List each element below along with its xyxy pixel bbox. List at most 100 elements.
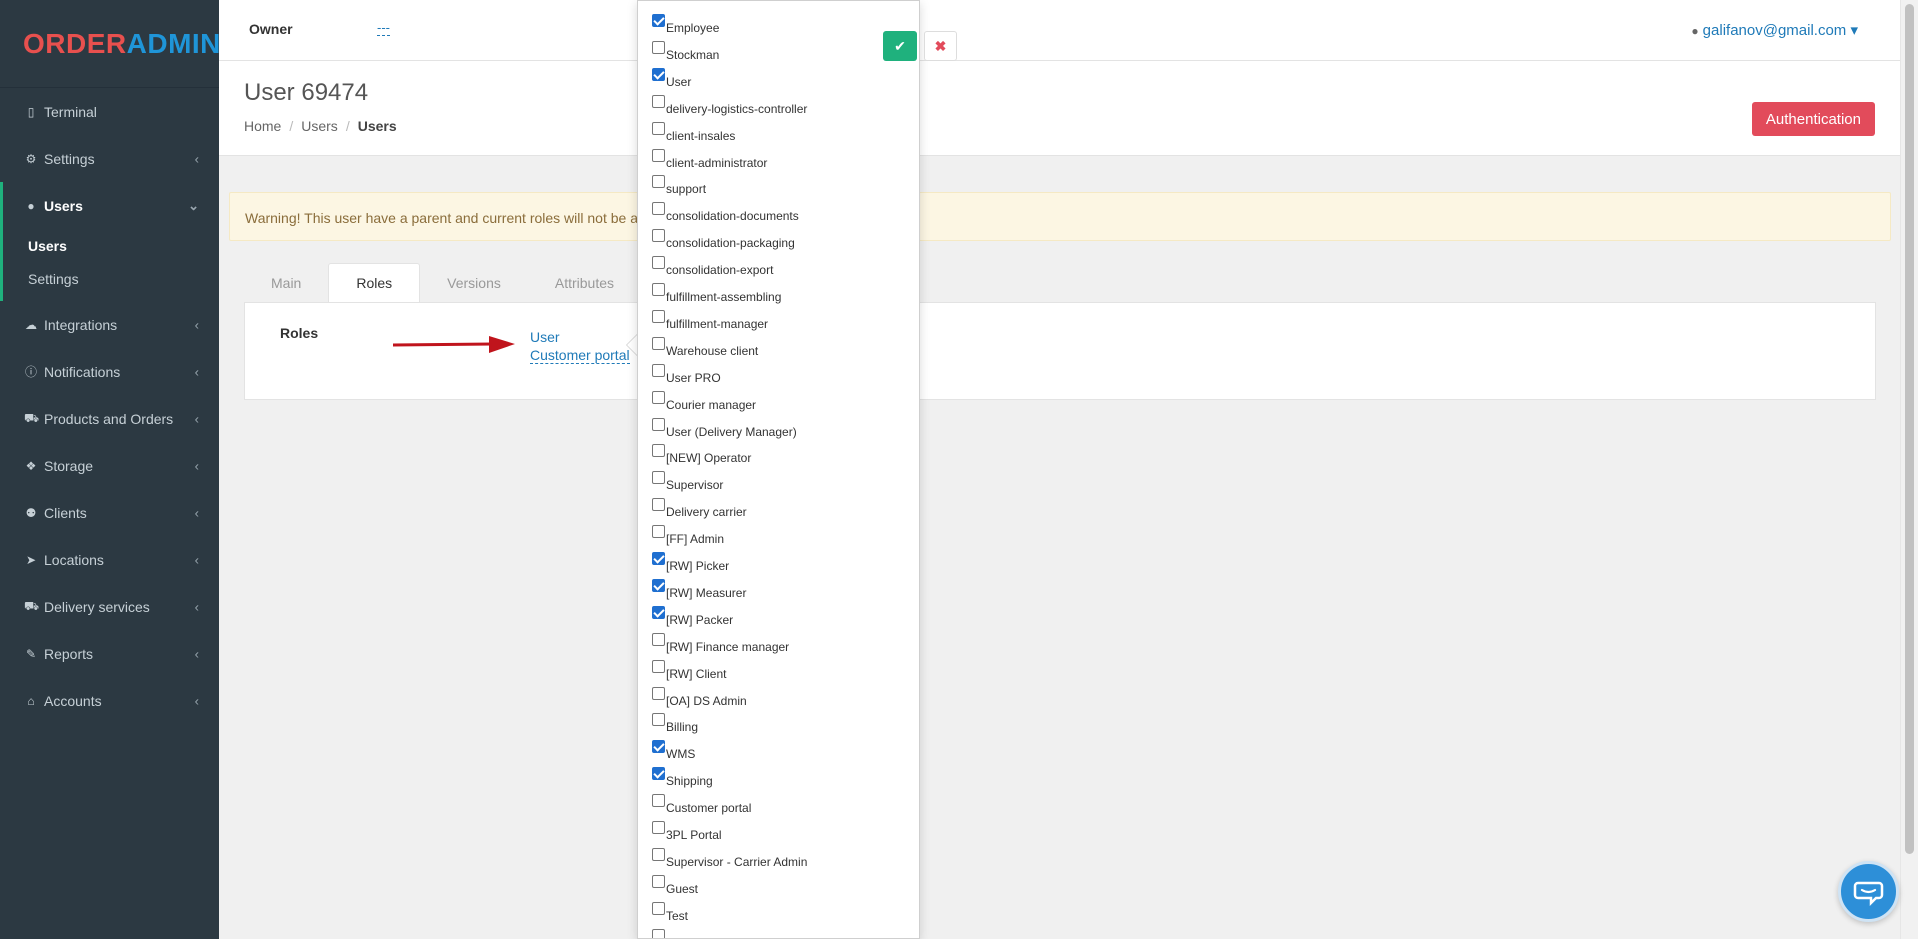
role-checkbox[interactable] (652, 309, 665, 323)
role-option[interactable]: User (652, 67, 691, 93)
cancel-button[interactable]: ✖ (924, 31, 957, 61)
role-checkbox[interactable] (652, 444, 665, 458)
role-checkbox[interactable] (652, 363, 665, 377)
role-checkbox[interactable] (652, 94, 665, 108)
role-option[interactable]: [RW] Finance manager (652, 632, 789, 658)
role-checkbox[interactable] (652, 632, 665, 646)
tab-roles[interactable]: Roles (328, 263, 421, 303)
authentication-button[interactable]: Authentication (1751, 102, 1875, 136)
role-option[interactable]: [RW] Measurer (652, 578, 746, 604)
sidebar-item-locations[interactable]: ➤ Locations ‹ (0, 536, 219, 583)
tab-main[interactable]: Main (244, 263, 328, 303)
role-option[interactable]: fulfillment-manager (652, 309, 768, 335)
sidebar-item-clients[interactable]: ⚉ Clients ‹ (0, 489, 219, 536)
sidebar-item-delivery-services[interactable]: ⛟ Delivery services ‹ (0, 583, 219, 630)
role-checkbox[interactable] (652, 767, 665, 781)
role-checkbox[interactable] (652, 336, 665, 350)
role-checkbox[interactable] (652, 847, 665, 861)
role-checkbox[interactable] (652, 229, 665, 243)
role-checkbox[interactable] (652, 525, 665, 539)
sidebar-item-terminal[interactable]: ▯ Terminal (0, 88, 219, 135)
roles-editable[interactable]: User Customer portal (530, 328, 630, 364)
sidebar-item-settings[interactable]: ⚙ Settings ‹ (0, 135, 219, 182)
role-checkbox[interactable] (652, 821, 665, 834)
role-checkbox[interactable] (652, 659, 665, 673)
role-checkbox[interactable] (652, 283, 665, 296)
sidebar-item-reports[interactable]: ✎ Reports ‹ (0, 630, 219, 677)
sidebar-item-integrations[interactable]: ☁ Integrations ‹ (0, 301, 219, 348)
role-option[interactable]: [RW] Picker (652, 552, 729, 577)
role-checkbox[interactable] (652, 14, 665, 27)
role-checkbox[interactable] (652, 874, 665, 888)
role-option[interactable]: consolidation-documents (652, 202, 799, 227)
sidebar-item-notifications[interactable]: ⓘ Notifications ‹ (0, 348, 219, 395)
role-checkbox[interactable] (652, 121, 665, 135)
confirm-button[interactable]: ✔ (883, 31, 917, 61)
role-checkbox[interactable] (652, 578, 665, 592)
tab-versions[interactable]: Versions (420, 263, 528, 303)
role-option[interactable]: [RW] Client (652, 659, 726, 685)
role-checkbox[interactable] (652, 148, 665, 162)
role-option[interactable]: client-insales (652, 121, 735, 147)
role-checkbox[interactable] (652, 552, 665, 565)
sidebar-subitem-settings[interactable]: Settings (3, 262, 219, 295)
role-checkbox[interactable] (652, 713, 665, 727)
user-menu[interactable]: ● galifanov@gmail.com ▾ (1691, 21, 1858, 39)
role-checkbox[interactable] (652, 390, 665, 404)
role-option[interactable]: [RW] Packer (652, 605, 733, 631)
role-option[interactable]: User PRO (652, 363, 721, 389)
breadcrumb-home[interactable]: Home (244, 118, 281, 134)
role-option[interactable]: Test (652, 901, 688, 927)
role-option[interactable]: Shipping (652, 767, 713, 792)
role-checkbox[interactable] (652, 256, 665, 270)
sidebar-item-products-and-orders[interactable]: ⛟ Products and Orders ‹ (0, 395, 219, 442)
owner-select[interactable]: --- (377, 21, 390, 36)
role-checkbox[interactable] (652, 605, 665, 619)
role-option[interactable]: fulfillment-assembling (652, 283, 781, 308)
role-option[interactable]: Test - employee (652, 928, 751, 938)
role-option[interactable]: consolidation-packaging (652, 229, 795, 254)
sidebar-item-accounts[interactable]: ⌂ Accounts ‹ (0, 677, 219, 724)
role-checkbox[interactable] (652, 928, 665, 938)
role-option[interactable]: Employee (652, 14, 719, 39)
sidebar-item-users[interactable]: ● Users ⌄ (0, 182, 219, 229)
breadcrumb-users[interactable]: Users (301, 118, 338, 134)
role-checkbox[interactable] (652, 202, 665, 216)
scrollbar-thumb[interactable] (1905, 4, 1914, 854)
role-checkbox[interactable] (652, 67, 665, 81)
role-option[interactable]: Supervisor (652, 471, 723, 496)
role-checkbox[interactable] (652, 40, 665, 54)
sidebar-subitem-users[interactable]: Users (3, 229, 219, 262)
role-checkbox[interactable] (652, 740, 665, 754)
page-scrollbar[interactable] (1900, 0, 1918, 939)
role-option[interactable]: Billing (652, 713, 698, 738)
role-option[interactable]: 3PL Portal (652, 821, 722, 846)
role-checkbox[interactable] (652, 498, 665, 512)
chat-button[interactable] (1838, 861, 1899, 922)
role-option[interactable]: delivery-logistics-controller (652, 94, 807, 120)
role-checkbox[interactable] (652, 686, 665, 700)
role-option[interactable]: User (Delivery Manager) (652, 417, 797, 443)
role-option[interactable]: Warehouse client (652, 336, 758, 362)
role-option[interactable]: Stockman (652, 40, 719, 66)
logo[interactable]: ORDER ADMIN (0, 0, 220, 88)
role-option[interactable]: [OA] DS Admin (652, 686, 747, 712)
sidebar-item-storage[interactable]: ❖ Storage ‹ (0, 442, 219, 489)
role-checkbox[interactable] (652, 417, 665, 431)
role-checkbox[interactable] (652, 471, 665, 485)
role-option[interactable]: Delivery carrier (652, 498, 747, 523)
role-option[interactable]: Guest (652, 874, 698, 900)
role-option[interactable]: Courier manager (652, 390, 756, 416)
role-option[interactable]: WMS (652, 740, 695, 765)
tab-attributes[interactable]: Attributes (528, 263, 641, 303)
role-option[interactable]: client-administrator (652, 148, 767, 174)
role-option[interactable]: [NEW] Operator (652, 444, 751, 469)
role-checkbox[interactable] (652, 794, 665, 808)
role-option[interactable]: Customer portal (652, 794, 751, 819)
role-checkbox[interactable] (652, 901, 665, 915)
role-checkbox[interactable] (652, 175, 665, 189)
role-option[interactable]: Supervisor - Carrier Admin (652, 847, 807, 873)
role-option[interactable]: [FF] Admin (652, 525, 724, 550)
role-option[interactable]: support (652, 175, 706, 200)
role-option[interactable]: consolidation-export (652, 256, 773, 281)
